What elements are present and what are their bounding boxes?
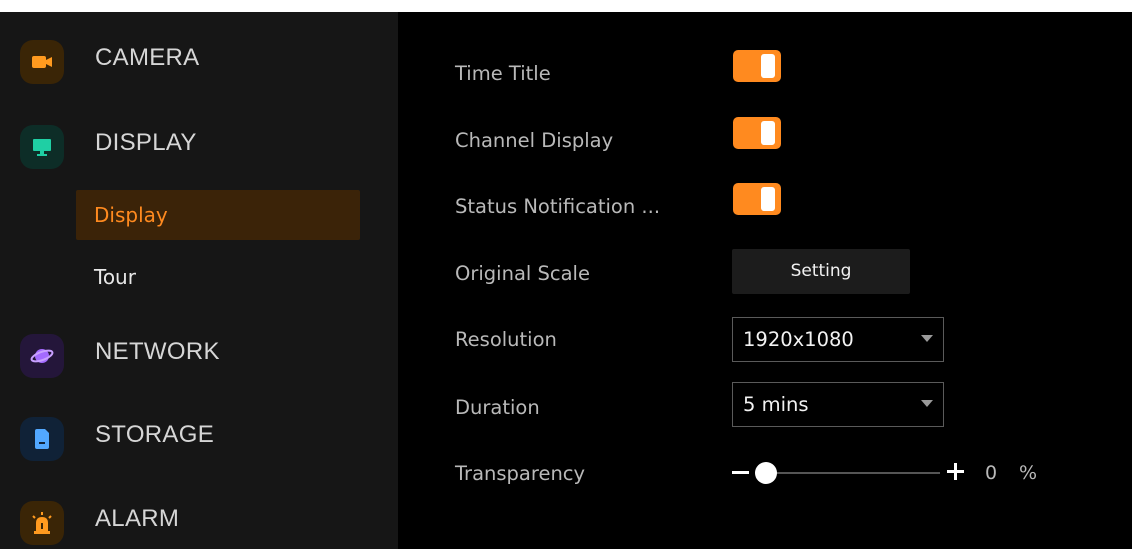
original-scale-label: Original Scale xyxy=(455,262,590,285)
time-title-label: Time Title xyxy=(455,62,551,85)
original-scale-setting-button[interactable]: Setting xyxy=(732,249,910,294)
sidebar-item-camera[interactable]: CAMERA xyxy=(0,30,398,86)
subitem-label: Tour xyxy=(94,265,136,289)
sidebar-item-label: NETWORK xyxy=(95,338,220,365)
sidebar-item-alarm[interactable]: ALARM xyxy=(0,491,398,547)
sidebar-item-network[interactable]: NETWORK xyxy=(0,324,398,380)
transparency-label: Transparency xyxy=(455,462,586,485)
status-notification-label: Status Notification ... xyxy=(455,195,661,218)
channel-display-label: Channel Display xyxy=(455,129,614,152)
chevron-down-icon xyxy=(921,335,933,342)
sidebar: CAMERA DISPLAY Display Tour NETWORK STOR… xyxy=(0,12,398,549)
time-title-toggle[interactable] xyxy=(733,50,781,82)
transparency-unit: % xyxy=(1019,462,1038,484)
resolution-select[interactable]: 1920x1080 xyxy=(732,317,944,362)
toggle-knob xyxy=(761,54,775,78)
sidebar-item-storage[interactable]: STORAGE xyxy=(0,407,398,463)
status-notification-toggle[interactable] xyxy=(733,183,781,215)
sidebar-item-display[interactable]: DISPLAY xyxy=(0,115,398,171)
sidebar-item-label: CAMERA xyxy=(95,44,200,71)
minus-icon[interactable] xyxy=(732,471,749,474)
resolution-value: 1920x1080 xyxy=(743,328,854,351)
camera-icon xyxy=(20,40,64,84)
chevron-down-icon xyxy=(921,400,933,407)
duration-select[interactable]: 5 mins xyxy=(732,382,944,427)
duration-label: Duration xyxy=(455,396,540,419)
storage-icon xyxy=(20,417,64,461)
duration-value: 5 mins xyxy=(743,393,809,416)
sidebar-item-label: STORAGE xyxy=(95,421,215,448)
toggle-knob xyxy=(761,121,775,145)
planet-icon xyxy=(20,334,64,378)
toggle-knob xyxy=(761,187,775,211)
settings-window: CAMERA DISPLAY Display Tour NETWORK STOR… xyxy=(0,0,1132,549)
transparency-slider-track[interactable] xyxy=(774,472,940,474)
channel-display-toggle[interactable] xyxy=(733,117,781,149)
subitem-label: Display xyxy=(94,203,168,227)
alarm-icon xyxy=(20,501,64,545)
top-white-strip xyxy=(0,0,1132,12)
monitor-icon xyxy=(20,125,64,169)
resolution-label: Resolution xyxy=(455,328,557,351)
subitem-tour[interactable]: Tour xyxy=(76,252,360,302)
subitem-display[interactable]: Display xyxy=(76,190,360,240)
sidebar-item-label: ALARM xyxy=(95,505,180,532)
plus-icon[interactable] xyxy=(947,463,964,480)
sidebar-item-label: DISPLAY xyxy=(95,129,197,156)
display-settings-panel: Time Title Channel Display Status Notifi… xyxy=(398,12,1132,549)
transparency-value: 0 xyxy=(985,462,998,484)
transparency-slider-thumb[interactable] xyxy=(755,462,777,484)
